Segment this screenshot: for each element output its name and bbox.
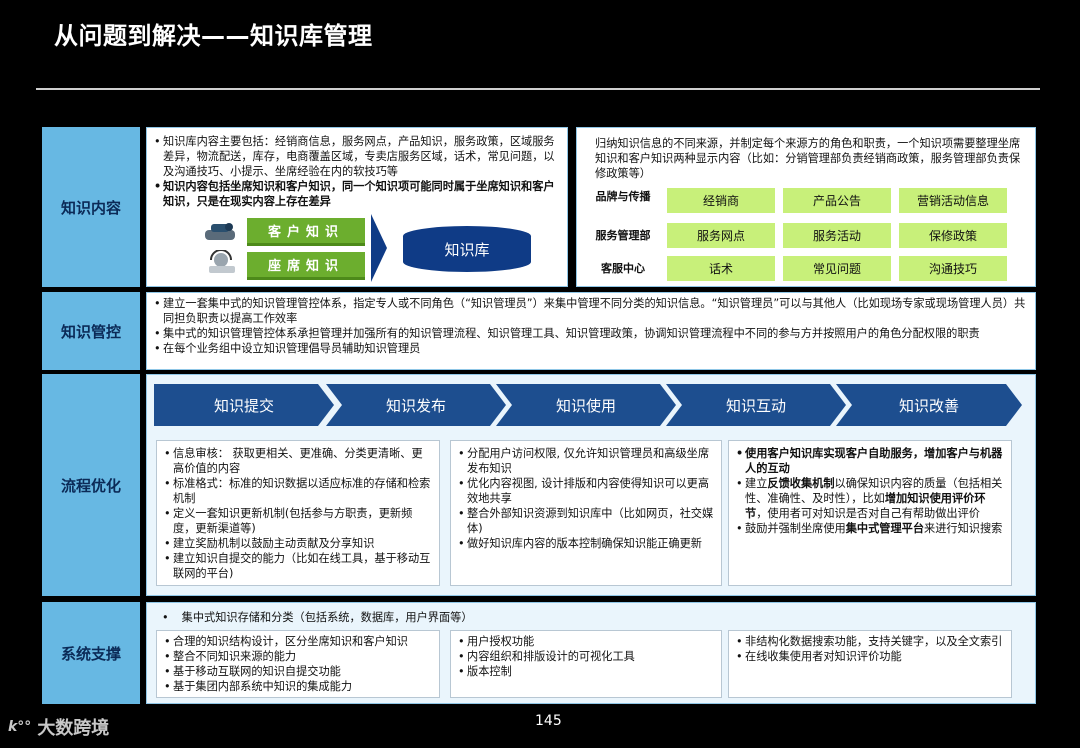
content-left-panel: 知识库内容主要包括：经销商信息，服务网点，产品知识，服务政策，区域服务差异，物流… bbox=[146, 127, 568, 287]
process-submit-item-4: 建立奖励机制以鼓励主动贡献及分享知识 bbox=[163, 536, 433, 551]
brand-logo-text: 大数跨境 bbox=[37, 718, 110, 739]
customer-phone-icon bbox=[205, 223, 235, 240]
system-top-bullet: 集中式知识存储和分类（包括系统，数据库，用户界面等） bbox=[161, 610, 1021, 625]
process-box-interact-list: 使用客户知识库实现客户自助服务，增加客户与机器人的互动 建立反馈收集机制以确保知… bbox=[735, 446, 1005, 536]
system-item-1-1: 合理的知识结构设计，区分坐席知识和客户知识 bbox=[163, 634, 433, 649]
content-bullets: 知识库内容主要包括：经销商信息，服务网点，产品知识，服务政策，区域服务差异，物流… bbox=[153, 134, 563, 209]
system-item-1-3: 基于移动互联网的知识自提交功能 bbox=[163, 664, 433, 679]
system-top-text: 集中式知识存储和分类（包括系统，数据库，用户界面等） bbox=[181, 611, 473, 624]
process-box-publish: 分配用户访问权限, 仅允许知识管理员和高级坐席发布知识 优化内容视图, 设计排版… bbox=[450, 440, 722, 586]
system-box-3-list: 非结构化数据搜索功能，支持关键字，以及全文索引 在线收集使用者对知识评价功能 bbox=[735, 634, 1005, 664]
content-bullet-2: 知识内容包括坐席知识和客户知识，同一个知识项可能同时属于坐席知识和客户知识，只是… bbox=[153, 179, 563, 209]
process-box-submit-list: 信息审核： 获取更相关、更准确、分类更清晰、更高价值的内容 标准格式：标准的知识… bbox=[163, 446, 433, 581]
process-submit-item-2: 标准格式：标准的知识数据以适应标准的存储和检索机制 bbox=[163, 476, 433, 506]
source-cell-service-activity: 服务活动 bbox=[783, 223, 891, 248]
process-publish-item-3: 整合外部知识资源到知识库中（比如网页，社交媒体) bbox=[457, 506, 715, 536]
text-segment-bold: 集中式管理平台 bbox=[845, 522, 925, 535]
knowledge-base-cylinder: 知识库 bbox=[403, 226, 531, 272]
system-item-2-3: 版本控制 bbox=[457, 664, 715, 679]
system-box-1: 合理的知识结构设计，区分坐席知识和客户知识 整合不同知识来源的能力 基于移动互联… bbox=[156, 630, 440, 698]
process-step-publish: 知识发布 bbox=[326, 384, 506, 426]
system-top-item: 集中式知识存储和分类（包括系统，数据库，用户界面等） bbox=[161, 610, 1021, 625]
process-submit-item-1: 信息审核： 获取更相关、更准确、分类更清晰、更高价值的内容 bbox=[163, 446, 433, 476]
content-bullet-1: 知识库内容主要包括：经销商信息，服务网点，产品知识，服务政策，区域服务差异，物流… bbox=[153, 134, 563, 179]
text-segment: ，使用者可对知识是否对自己有帮助做出评价 bbox=[756, 507, 980, 520]
process-interact-item-3: 鼓励并强制坐席使用集中式管理平台来进行知识搜索 bbox=[735, 521, 1005, 536]
text-segment: 来进行知识搜索 bbox=[924, 522, 1003, 535]
source-label-brand: 品牌与传播 bbox=[595, 190, 651, 203]
process-box-interact: 使用客户知识库实现客户自助服务，增加客户与机器人的互动 建立反馈收集机制以确保知… bbox=[728, 440, 1012, 586]
content-sources-intro: 归纳知识信息的不同来源，并制定每个来源方的角色和职责，一个知识项需要整理坐席知识… bbox=[595, 137, 1021, 180]
process-box-publish-list: 分配用户访问权限, 仅允许知识管理员和高级坐席发布知识 优化内容视图, 设计排版… bbox=[457, 446, 715, 551]
source-cell-service-point: 服务网点 bbox=[667, 223, 775, 248]
agent-headset-icon bbox=[209, 250, 235, 273]
process-step-submit: 知识提交 bbox=[154, 384, 334, 426]
process-publish-item-4: 做好知识库内容的版本控制确保知识能正确更新 bbox=[457, 536, 715, 551]
system-item-2-2: 内容组织和排版设计的可视化工具 bbox=[457, 649, 715, 664]
agent-knowledge-button: 座席知识 bbox=[247, 252, 365, 280]
process-submit-item-3: 定义一套知识更新机制(包括参与方职责，更新频度，更新渠道等) bbox=[163, 506, 433, 536]
process-publish-item-2: 优化内容视图, 设计排版和内容使得知识可以更高效地共享 bbox=[457, 476, 715, 506]
control-bullet-2: 集中式的知识管理管控体系承担管理并加强所有的知识管理流程、知识管理工具、知识管理… bbox=[153, 326, 1033, 341]
text-segment: 建立 bbox=[745, 477, 768, 490]
control-bullet-1: 建立一套集中式的知识管理管控体系，指定专人或不同角色（“知识管理员”）来集中管理… bbox=[153, 296, 1033, 326]
system-item-3-1: 非结构化数据搜索功能，支持关键字，以及全文索引 bbox=[735, 634, 1005, 649]
system-item-1-2: 整合不同知识来源的能力 bbox=[163, 649, 433, 664]
process-submit-item-5: 建立知识自提交的能力（比如在线工具，基于移动互联网的平台) bbox=[163, 551, 433, 581]
process-step-interact: 知识互动 bbox=[666, 384, 846, 426]
page-number: 145 bbox=[535, 713, 562, 729]
source-cell-faq: 常见问题 bbox=[783, 256, 891, 281]
page-title: 从问题到解决——知识库管理 bbox=[54, 22, 373, 50]
brand-logo: k°° 大数跨境 bbox=[8, 714, 109, 740]
source-label-callcenter: 客服中心 bbox=[601, 262, 645, 275]
control-bullet-3: 在每个业务组中设立知识管理倡导员辅助知识管理员 bbox=[153, 341, 1033, 356]
process-box-submit: 信息审核： 获取更相关、更准确、分类更清晰、更高价值的内容 标准格式：标准的知识… bbox=[156, 440, 440, 586]
arrow-right-icon bbox=[371, 214, 387, 282]
customer-knowledge-button: 客户知识 bbox=[247, 218, 365, 246]
source-cell-warranty: 保修政策 bbox=[899, 223, 1007, 248]
system-box-2: 用户授权功能 内容组织和排版设计的可视化工具 版本控制 bbox=[450, 630, 722, 698]
source-cell-dealer: 经销商 bbox=[667, 188, 775, 213]
system-box-3: 非结构化数据搜索功能，支持关键字，以及全文索引 在线收集使用者对知识评价功能 bbox=[728, 630, 1012, 698]
section-label-system: 系统支撑 bbox=[42, 602, 140, 704]
source-cell-product-notice: 产品公告 bbox=[783, 188, 891, 213]
section-label-control: 知识管控 bbox=[42, 292, 140, 370]
process-interact-item-2: 建立反馈收集机制以确保知识内容的质量（包括相关性、准确性、及时性），比如增加知识… bbox=[735, 476, 1005, 521]
title-divider bbox=[36, 88, 1040, 90]
source-cell-marketing: 营销活动信息 bbox=[899, 188, 1007, 213]
process-step-use: 知识使用 bbox=[496, 384, 676, 426]
section-label-process: 流程优化 bbox=[42, 374, 140, 596]
process-publish-item-1: 分配用户访问权限, 仅允许知识管理员和高级坐席发布知识 bbox=[457, 446, 715, 476]
system-box-2-list: 用户授权功能 内容组织和排版设计的可视化工具 版本控制 bbox=[457, 634, 715, 679]
process-interact-item-1: 使用客户知识库实现客户自助服务，增加客户与机器人的互动 bbox=[735, 446, 1005, 476]
source-cell-skills: 沟通技巧 bbox=[899, 256, 1007, 281]
process-step-improve: 知识改善 bbox=[836, 384, 1022, 426]
source-label-service: 服务管理部 bbox=[595, 229, 651, 242]
section-label-content: 知识内容 bbox=[42, 127, 140, 287]
control-bullets: 建立一套集中式的知识管理管控体系，指定专人或不同角色（“知识管理员”）来集中管理… bbox=[153, 296, 1033, 356]
system-box-1-list: 合理的知识结构设计，区分坐席知识和客户知识 整合不同知识来源的能力 基于移动互联… bbox=[163, 634, 433, 694]
system-item-1-4: 基于集团内部系统中知识的集成能力 bbox=[163, 679, 433, 694]
brand-logo-mark: k°° bbox=[8, 719, 32, 735]
text-segment-bold: 反馈收集机制 bbox=[767, 477, 835, 490]
control-panel: 建立一套集中式的知识管理管控体系，指定专人或不同角色（“知识管理员”）来集中管理… bbox=[146, 292, 1036, 370]
text-segment: 鼓励并强制坐席使用 bbox=[745, 522, 846, 535]
source-cell-script: 话术 bbox=[667, 256, 775, 281]
system-item-3-2: 在线收集使用者对知识评价功能 bbox=[735, 649, 1005, 664]
system-item-2-1: 用户授权功能 bbox=[457, 634, 715, 649]
content-right-panel: 归纳知识信息的不同来源，并制定每个来源方的角色和职责，一个知识项需要整理坐席知识… bbox=[576, 127, 1036, 287]
